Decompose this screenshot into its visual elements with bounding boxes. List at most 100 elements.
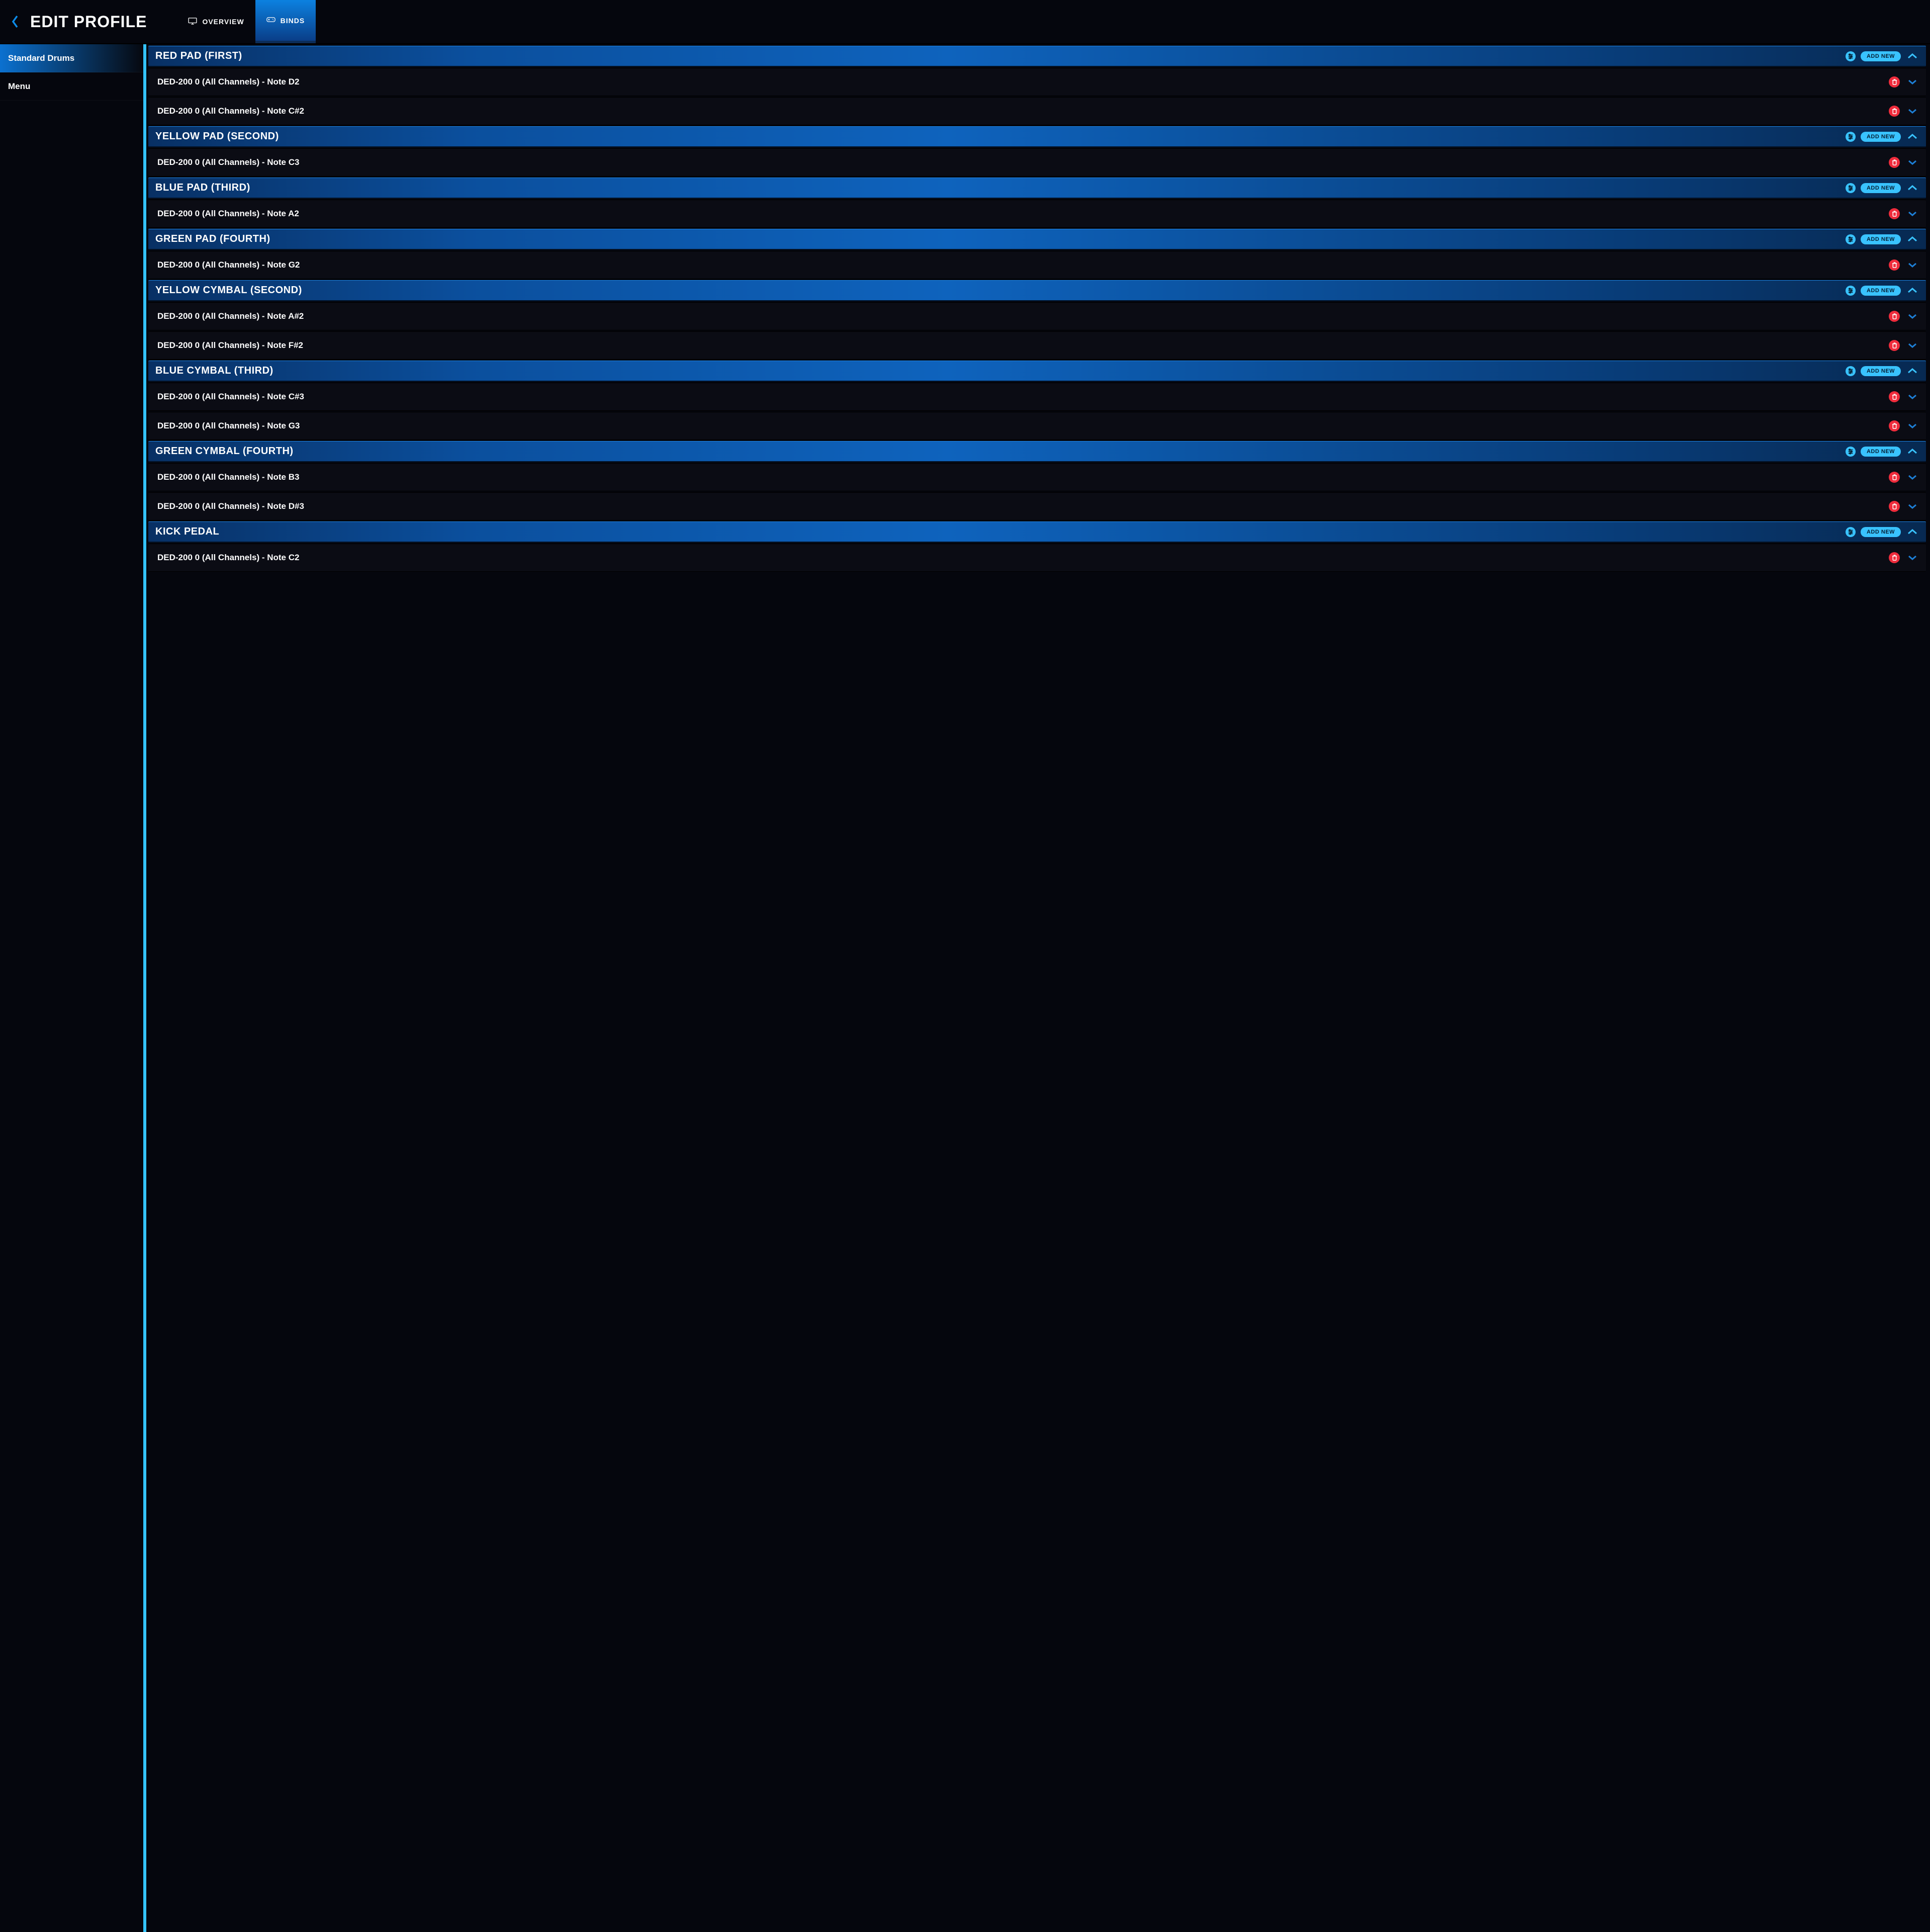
section-title: YELLOW PAD (SECOND) (155, 131, 1841, 142)
expand-bind-button[interactable] (1906, 260, 1919, 270)
bind-label: DED-200 0 (All Channels) - Note A2 (157, 209, 1883, 219)
expand-bind-button[interactable] (1906, 209, 1919, 219)
section-header: GREEN PAD (FOURTH) ADD NEW (148, 229, 1926, 250)
tab-label: OVERVIEW (202, 18, 244, 26)
tab-binds[interactable]: BINDS (255, 0, 316, 43)
section-settings-button[interactable] (1846, 183, 1856, 193)
sliders-icon (1848, 449, 1854, 455)
expand-bind-button[interactable] (1906, 421, 1919, 431)
sliders-icon (1848, 134, 1854, 140)
delete-bind-button[interactable] (1889, 340, 1900, 351)
bind-row: DED-200 0 (All Channels) - Note G2 (148, 251, 1926, 279)
section-settings-button[interactable] (1846, 527, 1856, 537)
section-settings-button[interactable] (1846, 234, 1856, 244)
collapse-button[interactable] (1906, 447, 1919, 457)
section-settings-button[interactable] (1846, 447, 1856, 457)
section-settings-button[interactable] (1846, 366, 1856, 376)
bind-row: DED-200 0 (All Channels) - Note D#3 (148, 492, 1926, 520)
bind-label: DED-200 0 (All Channels) - Note D2 (157, 77, 1883, 87)
add-new-button[interactable]: ADD NEW (1861, 447, 1901, 457)
add-new-button[interactable]: ADD NEW (1861, 51, 1901, 61)
delete-bind-button[interactable] (1889, 76, 1900, 87)
bind-label: DED-200 0 (All Channels) - Note C2 (157, 553, 1883, 563)
delete-bind-button[interactable] (1889, 552, 1900, 563)
section-settings-button[interactable] (1846, 132, 1856, 142)
delete-bind-button[interactable] (1889, 472, 1900, 483)
bind-row: DED-200 0 (All Channels) - Note C2 (148, 544, 1926, 572)
trash-icon (1892, 394, 1897, 400)
topbar: EDIT PROFILE OVERVIEWBINDS (0, 0, 1930, 44)
collapse-button[interactable] (1906, 366, 1919, 376)
section-title: GREEN PAD (FOURTH) (155, 233, 1841, 245)
binds-scroll[interactable]: RED PAD (FIRST)ADD NEW DED-200 0 (All Cha… (146, 44, 1930, 1932)
trash-icon (1892, 555, 1897, 561)
trash-icon (1892, 108, 1897, 115)
sidebar-item-label: Menu (8, 81, 30, 92)
expand-bind-button[interactable] (1906, 392, 1919, 402)
delete-bind-button[interactable] (1889, 157, 1900, 168)
delete-bind-button[interactable] (1889, 259, 1900, 271)
add-new-button[interactable]: ADD NEW (1861, 132, 1901, 142)
expand-bind-button[interactable] (1906, 311, 1919, 321)
add-new-button[interactable]: ADD NEW (1861, 366, 1901, 376)
sidebar-item-label: Standard Drums (8, 53, 74, 63)
bind-label: DED-200 0 (All Channels) - Note C#2 (157, 106, 1883, 116)
bind-group: GREEN CYMBAL (FOURTH)ADD NEW DED-200 0 (A… (148, 441, 1926, 520)
section-header: GREEN CYMBAL (FOURTH)ADD NEW (148, 441, 1926, 462)
collapse-button[interactable] (1906, 51, 1919, 61)
bind-row: DED-200 0 (All Channels) - Note A#2 (148, 302, 1926, 330)
sidebar-item-standard-drums[interactable]: Standard Drums (0, 44, 143, 72)
bind-row: DED-200 0 (All Channels) - Note C#3 (148, 383, 1926, 411)
delete-bind-button[interactable] (1889, 501, 1900, 512)
tab-overview[interactable]: OVERVIEW (177, 0, 255, 43)
section-header: RED PAD (FIRST)ADD NEW (148, 46, 1926, 67)
expand-bind-button[interactable] (1906, 340, 1919, 350)
trash-icon (1892, 79, 1897, 85)
sidebar-item-menu[interactable]: Menu (0, 72, 143, 101)
back-button[interactable] (0, 0, 30, 43)
add-new-button[interactable]: ADD NEW (1861, 527, 1901, 537)
add-new-button[interactable]: ADD NEW (1861, 286, 1901, 296)
bind-row: DED-200 0 (All Channels) - Note D2 (148, 68, 1926, 96)
expand-bind-button[interactable] (1906, 157, 1919, 167)
expand-bind-button[interactable] (1906, 472, 1919, 482)
trash-icon (1892, 262, 1897, 269)
delete-bind-button[interactable] (1889, 208, 1900, 219)
sliders-icon (1848, 185, 1854, 191)
content-pane: RED PAD (FIRST)ADD NEW DED-200 0 (All Cha… (143, 44, 1930, 1932)
trash-icon (1892, 313, 1897, 320)
expand-bind-button[interactable] (1906, 553, 1919, 563)
bind-label: DED-200 0 (All Channels) - Note C3 (157, 157, 1883, 167)
chevron-down-icon (1908, 109, 1917, 114)
chevron-down-icon (1908, 79, 1917, 85)
tab-label: BINDS (281, 17, 305, 25)
bind-label: DED-200 0 (All Channels) - Note D#3 (157, 501, 1883, 511)
delete-bind-button[interactable] (1889, 391, 1900, 402)
bind-group: YELLOW CYMBAL (SECOND)ADD NEWDED-200 0 (… (148, 280, 1926, 360)
expand-bind-button[interactable] (1906, 77, 1919, 87)
chevron-down-icon (1908, 211, 1917, 217)
collapse-button[interactable] (1906, 183, 1919, 193)
delete-bind-button[interactable] (1889, 311, 1900, 322)
delete-bind-button[interactable] (1889, 106, 1900, 117)
delete-bind-button[interactable] (1889, 420, 1900, 431)
bind-label: DED-200 0 (All Channels) - Note B3 (157, 472, 1883, 482)
section-settings-button[interactable] (1846, 51, 1856, 61)
add-new-button[interactable]: ADD NEW (1861, 183, 1901, 193)
add-new-button[interactable]: ADD NEW (1861, 234, 1901, 244)
bind-row: DED-200 0 (All Channels) - Note G3 (148, 412, 1926, 440)
expand-bind-button[interactable] (1906, 106, 1919, 116)
collapse-button[interactable] (1906, 286, 1919, 296)
tab-bar: OVERVIEW BINDS (177, 0, 316, 43)
sidebar: Standard Drums Menu (0, 44, 143, 1932)
trash-icon (1892, 423, 1897, 429)
chevron-up-icon (1907, 134, 1917, 140)
bind-row: DED-200 0 (All Channels) - Note A2 (148, 200, 1926, 228)
collapse-button[interactable] (1906, 527, 1919, 537)
chevron-down-icon (1908, 394, 1917, 400)
section-settings-button[interactable] (1846, 286, 1856, 296)
collapse-button[interactable] (1906, 234, 1919, 244)
expand-bind-button[interactable] (1906, 501, 1919, 511)
collapse-button[interactable] (1906, 132, 1919, 142)
chevron-down-icon (1908, 160, 1917, 165)
